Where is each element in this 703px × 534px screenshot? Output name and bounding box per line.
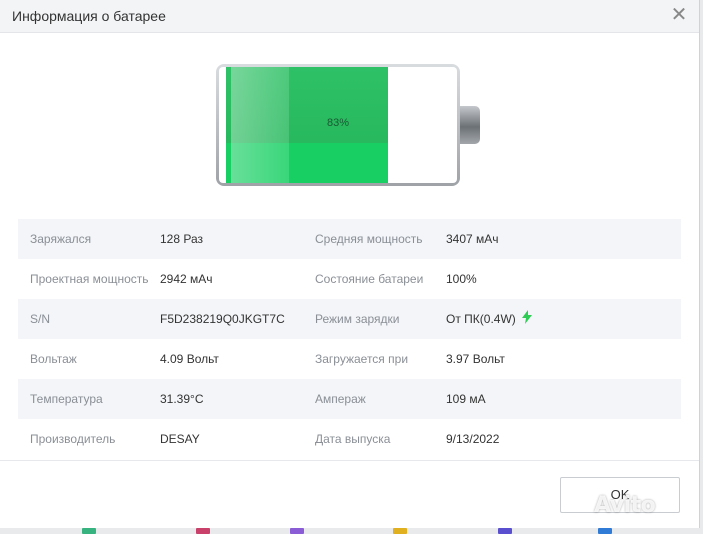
charging-mode-cell: От ПК(0.4W) [446, 299, 532, 339]
table-row: S/N F5D238219Q0JKGT7C Режим зарядки От П… [18, 299, 681, 339]
close-icon[interactable]: ✕ [667, 3, 691, 27]
serial-number-label: S/N [30, 312, 51, 326]
voltage-label: Вольтаж [30, 352, 77, 366]
table-row: Температура 31.39°C Ампераж 109 мА [18, 379, 681, 419]
battery-terminal-cap [460, 106, 480, 144]
app-icon [498, 528, 512, 534]
manufacturer-label: Производитель [30, 432, 116, 446]
charging-voltage-value: 3.97 Вольт [446, 352, 505, 366]
app-icon [82, 528, 96, 534]
app-icon [598, 528, 612, 534]
design-capacity-value: 2942 мАч [160, 272, 213, 286]
manufacturer-value: DESAY [160, 432, 200, 446]
lightning-bolt-icon [521, 300, 532, 340]
manufacture-date-label: Дата выпуска [315, 432, 391, 446]
manufacture-date-value: 9/13/2022 [446, 432, 500, 446]
app-icon [393, 528, 407, 534]
charging-mode-value: От ПК(0.4W) [446, 312, 516, 326]
charging-voltage-label: Загружается при [315, 352, 409, 366]
dialog-titlebar: Информация о батарее ✕ [0, 0, 699, 33]
table-row: Вольтаж 4.09 Вольт Загружается при 3.97 … [18, 339, 681, 379]
app-icon [196, 528, 210, 534]
table-row: Проектная мощность 2942 мАч Состояние ба… [18, 259, 681, 299]
temperature-value: 31.39°C [160, 392, 204, 406]
table-row: Производитель DESAY Дата выпуска 9/13/20… [18, 419, 681, 459]
amperage-label: Ампераж [315, 392, 366, 406]
battery-percent-label: 83% [326, 117, 350, 129]
temperature-label: Температура [30, 392, 103, 406]
charging-mode-label: Режим зарядки [315, 312, 400, 326]
dialog-title: Информация о батарее [12, 8, 166, 24]
app-icon [290, 528, 304, 534]
serial-number-value: F5D238219Q0JKGT7C [160, 312, 285, 326]
charge-count-label: Заряжался [30, 232, 92, 246]
average-capacity-label: Средняя мощность [315, 232, 423, 246]
charge-count-value: 128 Раз [160, 232, 204, 246]
amperage-value: 109 мА [446, 392, 486, 406]
footer-divider [0, 460, 699, 461]
battery-graphic: 83% [216, 64, 482, 186]
average-capacity-value: 3407 мАч [446, 232, 499, 246]
battery-body: 83% [216, 64, 460, 186]
battery-info-dialog: Информация о батарее ✕ 83% Заряжался 128… [0, 0, 700, 529]
battery-info-table: Заряжался 128 Раз Средняя мощность 3407 … [18, 219, 681, 459]
voltage-value: 4.09 Вольт [160, 352, 219, 366]
battery-health-label: Состояние батареи [315, 272, 424, 286]
background-taskbar [0, 528, 703, 534]
battery-health-value: 100% [446, 272, 477, 286]
watermark: Avito [594, 493, 656, 518]
design-capacity-label: Проектная мощность [30, 272, 149, 286]
table-row: Заряжался 128 Раз Средняя мощность 3407 … [18, 219, 681, 259]
